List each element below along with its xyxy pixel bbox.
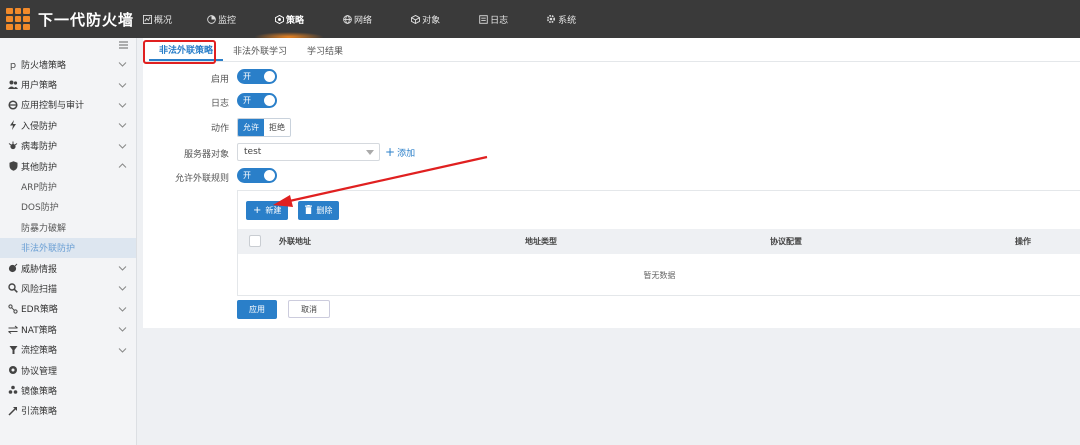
action-deny-button[interactable]: 拒绝 [264, 119, 290, 136]
sidebar-subitem-arp[interactable]: ARP防护 [0, 176, 136, 196]
top-bar: 下一代防火墙 概况 监控 策略 网络 对象 日志 系统 [0, 0, 1080, 42]
swap-icon [8, 324, 18, 334]
users-icon [8, 80, 18, 90]
tab-learning-results[interactable]: 学习结果 [297, 39, 353, 61]
sidebar-item-virus[interactable]: 病毒防护 [0, 136, 136, 156]
column-address-type: 地址类型 [525, 237, 557, 246]
sidebar: ｐ 防火墙策略 用户策略 应用控制与审计 入侵防护 病毒防护 其他防护 ARP防… [0, 38, 137, 445]
sidebar-item-firewall-policy[interactable]: ｐ 防火墙策略 [0, 54, 136, 74]
globe-icon [342, 14, 352, 24]
chevron-down-icon [118, 80, 127, 89]
enable-switch[interactable]: 开 [237, 69, 277, 84]
filter-icon [8, 345, 18, 355]
chevron-up-icon [118, 162, 127, 171]
sidebar-item-other-protection[interactable]: 其他防护 [0, 156, 136, 176]
redirect-icon [8, 406, 18, 416]
gear-icon [546, 14, 556, 24]
chevron-down-icon [118, 345, 127, 354]
rules-panel: + 新建 删除 外联地址 地址类型 协议配置 操作 暂无数据 [237, 190, 1080, 296]
allow-outreach-rule-label: 允许外联规则 [174, 174, 229, 184]
tab-bar: 非法外联策略 非法外联学习 学习结果 [143, 38, 1080, 62]
column-outreach-address: 外联地址 [279, 237, 311, 246]
logo: 下一代防火墙 [0, 0, 140, 38]
sidebar-item-intrusion[interactable]: 入侵防护 [0, 115, 136, 135]
sidebar-item-flow-control[interactable]: 流控策略 [0, 339, 136, 359]
nav-log[interactable]: 日志 [478, 0, 508, 38]
monitor-icon [206, 14, 216, 24]
plus-icon: + [253, 205, 262, 216]
firewall-logo-icon [6, 8, 30, 30]
empty-state: 暂无数据 [643, 270, 676, 280]
app-control-icon [8, 100, 18, 110]
nav-system[interactable]: 系统 [546, 0, 576, 38]
action-toggle: 允许 拒绝 [237, 118, 291, 137]
select-all-checkbox[interactable] [249, 235, 261, 247]
search-icon [8, 283, 18, 294]
sidebar-item-risk-scan[interactable]: 风险扫描 [0, 278, 136, 298]
apply-button[interactable]: 应用 [237, 300, 277, 319]
edr-icon [8, 304, 18, 314]
add-server-object-link[interactable]: + 添加 [385, 146, 415, 159]
log-label: 日志 [210, 99, 229, 109]
bolt-icon [8, 120, 18, 131]
sidebar-item-user-policy[interactable]: 用户策略 [0, 74, 136, 94]
delete-rule-button[interactable]: 删除 [298, 201, 340, 220]
chevron-down-icon [118, 121, 127, 130]
log-switch[interactable]: 开 [237, 93, 277, 108]
nav-network[interactable]: 网络 [342, 0, 372, 38]
main-panel: 非法外联策略 非法外联学习 学习结果 启用 开 日志 开 动作 允许 拒绝 服务… [143, 38, 1080, 328]
tab-highlight-box [143, 40, 216, 64]
sidebar-subitem-dos[interactable]: DOS防护 [0, 197, 136, 217]
object-icon [410, 14, 420, 24]
chevron-down-icon [118, 264, 127, 273]
nav-object[interactable]: 对象 [410, 0, 440, 38]
app-title: 下一代防火墙 [38, 10, 135, 29]
sidebar-collapse[interactable] [0, 38, 136, 54]
nav-policy[interactable]: 策略 [254, 0, 325, 42]
chevron-down-icon [118, 60, 127, 69]
cancel-button[interactable]: 取消 [288, 300, 330, 318]
caret-down-icon [366, 150, 374, 155]
firewall-icon: ｐ [8, 60, 18, 71]
action-allow-button[interactable]: 允许 [238, 119, 264, 136]
sidebar-subitem-illegal-outreach[interactable]: 非法外联防护 [0, 237, 136, 258]
policy-icon [274, 14, 284, 24]
chevron-down-icon [118, 304, 127, 313]
action-label: 动作 [210, 124, 229, 134]
virus-icon [8, 141, 18, 151]
top-nav: 概况 监控 策略 网络 对象 日志 系统 [140, 0, 576, 42]
trash-icon [305, 204, 313, 217]
chevron-down-icon [118, 284, 127, 293]
sidebar-subitem-brute-force[interactable]: 防暴力破解 [0, 217, 136, 237]
sidebar-item-protocol[interactable]: 协议管理 [0, 360, 136, 380]
log-icon [478, 14, 488, 24]
sidebar-item-mirror[interactable]: 镜像策略 [0, 380, 136, 400]
column-actions: 操作 [1015, 237, 1031, 246]
new-rule-button[interactable]: + 新建 [246, 201, 289, 220]
chevron-down-icon [118, 325, 127, 334]
nav-monitor[interactable]: 监控 [206, 0, 236, 38]
tab-illegal-outreach-learning[interactable]: 非法外联学习 [223, 39, 297, 61]
menu-icon [119, 41, 128, 52]
server-object-select[interactable]: test [237, 143, 380, 161]
enable-label: 启用 [210, 75, 229, 85]
server-object-label: 服务器对象 [183, 150, 229, 160]
chevron-down-icon [118, 141, 127, 150]
mirror-icon [8, 385, 18, 395]
overview-icon [142, 14, 152, 24]
nav-overview[interactable]: 概况 [142, 0, 172, 38]
threat-icon [8, 263, 18, 273]
plus-icon: + [385, 145, 396, 159]
sidebar-item-redirect[interactable]: 引流策略 [0, 401, 136, 421]
shield-icon [8, 161, 18, 171]
rules-table-header: 外联地址 地址类型 协议配置 操作 [238, 229, 1080, 254]
column-protocol-config: 协议配置 [770, 237, 802, 246]
protocol-icon [8, 365, 18, 375]
allow-outreach-rule-switch[interactable]: 开 [237, 168, 277, 183]
chevron-down-icon [118, 100, 127, 109]
sidebar-item-edr[interactable]: EDR策略 [0, 299, 136, 319]
sidebar-item-threat-intel[interactable]: 威胁情报 [0, 258, 136, 278]
sidebar-item-nat[interactable]: NAT策略 [0, 319, 136, 339]
sidebar-item-app-control[interactable]: 应用控制与审计 [0, 95, 136, 115]
